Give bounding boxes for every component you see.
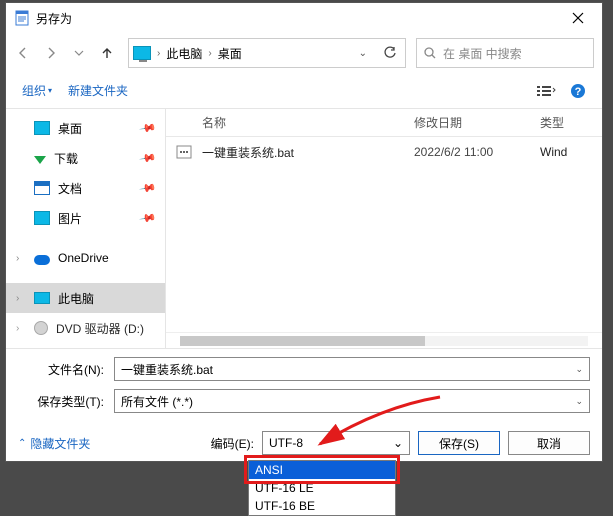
up-button[interactable] xyxy=(94,40,120,66)
column-name[interactable]: 名称 xyxy=(166,114,414,131)
view-button[interactable] xyxy=(532,80,560,102)
file-date: 2022/6/2 11:00 xyxy=(414,145,540,159)
address-dropdown[interactable]: ⌄ xyxy=(353,48,373,59)
view-icon xyxy=(536,84,556,98)
refresh-button[interactable] xyxy=(379,42,401,64)
sidebar-item-label: 下载 xyxy=(54,150,78,167)
pin-icon: 📌 xyxy=(139,149,158,168)
up-icon xyxy=(100,46,114,60)
notepad-icon xyxy=(14,10,30,26)
recent-button[interactable] xyxy=(66,40,92,66)
encoding-option-utf16le[interactable]: UTF-16 LE xyxy=(249,479,395,497)
pin-icon: 📌 xyxy=(139,119,158,138)
search-icon xyxy=(423,46,437,60)
new-folder-button[interactable]: 新建文件夹 xyxy=(62,78,134,103)
back-icon xyxy=(16,46,30,60)
sidebar-item-pictures[interactable]: 图片 📌 xyxy=(6,203,165,233)
cloud-icon xyxy=(34,255,50,265)
horizontal-scrollbar[interactable] xyxy=(166,332,602,348)
dialog-title: 另存为 xyxy=(36,10,556,27)
chevron-down-icon xyxy=(74,49,84,57)
sidebar-item-label: 此电脑 xyxy=(58,290,94,307)
cancel-button[interactable]: 取消 xyxy=(508,431,590,455)
filename-input[interactable]: 一键重装系统.bat⌄ xyxy=(114,357,590,381)
document-icon xyxy=(34,181,50,195)
close-button[interactable] xyxy=(556,4,600,32)
bottom-panel: 文件名(N): 一键重装系统.bat⌄ 保存类型(T): 所有文件 (*.*)⌄… xyxy=(6,348,602,461)
sidebar-item-downloads[interactable]: 下载 📌 xyxy=(6,143,165,173)
file-list: 名称 修改日期 类型 一键重装系统.bat 2022/6/2 11:00 Win… xyxy=(166,109,602,348)
sidebar-item-desktop[interactable]: 桌面 📌 xyxy=(6,113,165,143)
sidebar-item-label: 图片 xyxy=(58,210,82,227)
encoding-select[interactable]: UTF-8⌄ xyxy=(262,431,410,455)
address-bar[interactable]: › 此电脑 › 桌面 ⌄ xyxy=(128,38,406,68)
pc-icon xyxy=(34,292,50,304)
breadcrumb-root[interactable]: 此电脑 xyxy=(166,45,202,62)
bat-file-icon xyxy=(176,145,192,159)
encoding-label: 编码(E): xyxy=(211,435,254,452)
chevron-right-icon: › xyxy=(16,323,19,334)
search-placeholder: 在 桌面 中搜索 xyxy=(443,45,522,62)
refresh-icon xyxy=(383,46,397,60)
search-input[interactable]: 在 桌面 中搜索 xyxy=(416,38,594,68)
sidebar-item-label: 桌面 xyxy=(58,120,82,137)
close-icon xyxy=(572,12,584,24)
sidebar-item-dvd[interactable]: › DVD 驱动器 (D:) xyxy=(6,313,165,343)
filename-label: 文件名(N): xyxy=(18,361,114,378)
filetype-label: 保存类型(T): xyxy=(18,393,114,410)
titlebar: 另存为 xyxy=(6,3,602,33)
svg-text:?: ? xyxy=(575,86,582,98)
sidebar-item-label: OneDrive xyxy=(58,251,109,265)
organize-button[interactable]: 组织▾ xyxy=(16,78,58,103)
sidebar-item-label: DVD 驱动器 (D:) xyxy=(56,320,146,337)
pin-icon: 📌 xyxy=(139,209,158,228)
file-type: Wind xyxy=(540,145,602,159)
column-date[interactable]: 修改日期 xyxy=(414,114,540,131)
sidebar-item-documents[interactable]: 文档 📌 xyxy=(6,173,165,203)
help-button[interactable]: ? xyxy=(564,80,592,102)
chevron-right-icon: › xyxy=(208,48,211,59)
dialog-body: 桌面 📌 下载 📌 文档 📌 图片 📌 › OneDrive › 此电脑 › DVD 驱动器 … xyxy=(6,109,602,348)
pc-icon xyxy=(133,46,151,60)
forward-button[interactable] xyxy=(38,40,64,66)
toolbar: 组织▾ 新建文件夹 ? xyxy=(6,73,602,109)
encoding-option-utf16be[interactable]: UTF-16 BE xyxy=(249,497,395,515)
filetype-select[interactable]: 所有文件 (*.*)⌄ xyxy=(114,389,590,413)
chevron-right-icon: › xyxy=(16,253,19,264)
forward-icon xyxy=(44,46,58,60)
sidebar-item-label: 文档 xyxy=(58,180,82,197)
nav-bar: › 此电脑 › 桌面 ⌄ 在 桌面 中搜索 xyxy=(6,33,602,73)
sidebar-item-this-pc[interactable]: › 此电脑 xyxy=(6,283,165,313)
dvd-icon xyxy=(34,321,48,335)
save-as-dialog: 另存为 › 此电脑 › 桌面 ⌄ 在 桌面 中搜索 组织▾ 新建文件夹 ? xyxy=(5,2,603,462)
breadcrumb-path[interactable]: 桌面 xyxy=(218,45,242,62)
hide-folders-link[interactable]: ⌃隐藏文件夹 xyxy=(18,435,90,452)
chevron-right-icon: › xyxy=(157,48,160,59)
encoding-dropdown: ANSI UTF-16 LE UTF-16 BE xyxy=(248,460,396,516)
file-name: 一键重装系统.bat xyxy=(202,144,414,161)
file-row[interactable]: 一键重装系统.bat 2022/6/2 11:00 Wind xyxy=(166,137,602,167)
column-type[interactable]: 类型 xyxy=(540,114,602,131)
pin-icon: 📌 xyxy=(139,179,158,198)
picture-icon xyxy=(34,211,50,225)
encoding-option-ansi[interactable]: ANSI xyxy=(249,461,395,479)
file-list-header: 名称 修改日期 类型 xyxy=(166,109,602,137)
chevron-right-icon: › xyxy=(16,293,19,304)
download-icon xyxy=(34,156,46,164)
save-button[interactable]: 保存(S) xyxy=(418,431,500,455)
back-button[interactable] xyxy=(10,40,36,66)
help-icon: ? xyxy=(570,83,586,99)
sidebar-item-onedrive[interactable]: › OneDrive xyxy=(6,243,165,273)
sidebar: 桌面 📌 下载 📌 文档 📌 图片 📌 › OneDrive › 此电脑 › DVD 驱动器 … xyxy=(6,109,166,348)
desktop-icon xyxy=(34,121,50,135)
